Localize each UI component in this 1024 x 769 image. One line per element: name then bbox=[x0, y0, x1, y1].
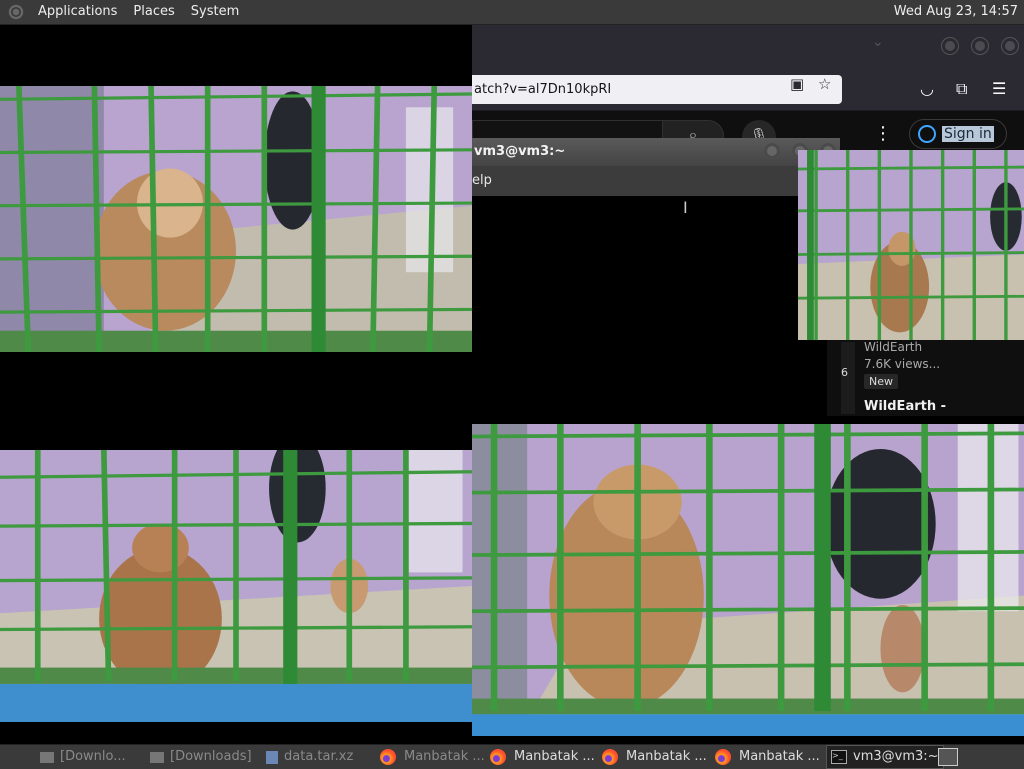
bookmark-star-icon[interactable]: ☆ bbox=[818, 75, 831, 93]
video-title[interactable]: WildEarth - bbox=[864, 399, 946, 414]
terminal-title: vm3@vm3:~ bbox=[474, 144, 566, 159]
reader-view-icon[interactable]: ▣ bbox=[790, 75, 804, 93]
taskbar-item[interactable]: Manbatak ... bbox=[602, 745, 707, 769]
thumbnail-number: 6 bbox=[841, 366, 848, 379]
pocket-icon[interactable]: ◡ bbox=[920, 79, 934, 98]
video-frame-image bbox=[798, 150, 1024, 340]
hamburger-menu-icon[interactable]: ☰ bbox=[992, 79, 1006, 98]
tab-list-chevron-icon[interactable]: ⌄ bbox=[872, 34, 884, 50]
taskbar-item[interactable]: Manbatak ... bbox=[380, 745, 485, 769]
video-frame bbox=[0, 86, 472, 352]
applications-menu[interactable]: Applications bbox=[30, 0, 125, 24]
taskbar-item-label: Manbatak ... bbox=[514, 749, 595, 764]
taskbar-item-label: Manbatak ... bbox=[739, 749, 820, 764]
url-bar[interactable]: atch?v=al7Dn10kpRI bbox=[472, 75, 842, 104]
minimize-button[interactable] bbox=[942, 38, 958, 54]
taskbar: [Downlo... [Downloads] data.tar.xz Manba… bbox=[0, 744, 1024, 769]
taskbar-item[interactable]: [Downlo... bbox=[40, 745, 126, 769]
video-frame bbox=[798, 150, 1024, 340]
account-icon bbox=[918, 125, 936, 143]
firefox-icon bbox=[602, 749, 618, 765]
sign-in-button[interactable]: Sign in bbox=[909, 119, 1007, 149]
terminal-icon: >_ bbox=[831, 750, 847, 764]
maximize-button[interactable] bbox=[972, 38, 988, 54]
video-frame bbox=[472, 424, 1024, 736]
places-menu[interactable]: Places bbox=[125, 0, 182, 24]
firefox-icon bbox=[715, 749, 731, 765]
channel-name[interactable]: WildEarth bbox=[864, 340, 922, 354]
panel-clock[interactable]: Wed Aug 23, 14:57 bbox=[894, 0, 1018, 24]
taskbar-item[interactable]: [Downloads] bbox=[150, 745, 252, 769]
new-badge: New bbox=[864, 374, 898, 389]
folder-icon bbox=[150, 751, 164, 763]
system-menu[interactable]: System bbox=[183, 0, 247, 24]
taskbar-item-label: data.tar.xz bbox=[284, 749, 354, 764]
view-count: 7.6K views... bbox=[864, 357, 941, 371]
taskbar-item-label: Manbatak ... bbox=[626, 749, 707, 764]
archive-icon bbox=[266, 750, 278, 764]
top-panel: Applications Places System Wed Aug 23, 1… bbox=[0, 0, 1024, 25]
browser-titlebar: ⌄ bbox=[472, 24, 1024, 70]
url-text: atch?v=al7Dn10kpRI bbox=[474, 82, 612, 97]
taskbar-item-label: Manbatak ... bbox=[404, 749, 485, 764]
close-button[interactable] bbox=[1002, 38, 1018, 54]
taskbar-item-label: [Downlo... bbox=[60, 749, 126, 764]
browser-navbar: atch?v=al7Dn10kpRI ▣ ☆ ◡ ⧉ ☰ bbox=[472, 70, 1024, 111]
taskbar-item[interactable]: Manbatak ... bbox=[715, 745, 820, 769]
related-video-card[interactable]: 6 WildEarth 7.6K views... New WildEarth … bbox=[827, 340, 1024, 416]
distro-logo-icon[interactable] bbox=[8, 4, 24, 20]
terminal-minimize-button[interactable] bbox=[764, 143, 780, 159]
more-options-icon[interactable]: ⋮ bbox=[874, 123, 892, 144]
firefox-icon bbox=[380, 749, 396, 765]
sign-in-label: Sign in bbox=[942, 126, 994, 142]
firefox-icon bbox=[490, 749, 506, 765]
folder-icon bbox=[40, 751, 54, 763]
taskbar-item[interactable]: Manbatak ... bbox=[490, 745, 595, 769]
help-menu[interactable]: elp bbox=[472, 173, 492, 188]
video-frame bbox=[0, 450, 472, 722]
terminal-output[interactable] bbox=[472, 196, 798, 426]
terminal-titlebar[interactable]: vm3@vm3:~ bbox=[472, 138, 840, 166]
taskbar-item-label: vm3@vm3:~ bbox=[853, 749, 939, 764]
terminal-menubar: elp bbox=[472, 166, 798, 196]
show-desktop-button[interactable] bbox=[938, 748, 958, 766]
taskbar-item-active[interactable]: >_ vm3@vm3:~ bbox=[826, 745, 944, 769]
extensions-icon[interactable]: ⧉ bbox=[956, 79, 967, 99]
video-frame-image bbox=[0, 86, 472, 352]
video-frame-image bbox=[0, 450, 472, 722]
video-frame-image bbox=[472, 424, 1024, 736]
taskbar-item-label: [Downloads] bbox=[170, 749, 252, 764]
text-cursor-icon: Ι bbox=[683, 198, 688, 217]
taskbar-item[interactable]: data.tar.xz bbox=[266, 745, 353, 769]
